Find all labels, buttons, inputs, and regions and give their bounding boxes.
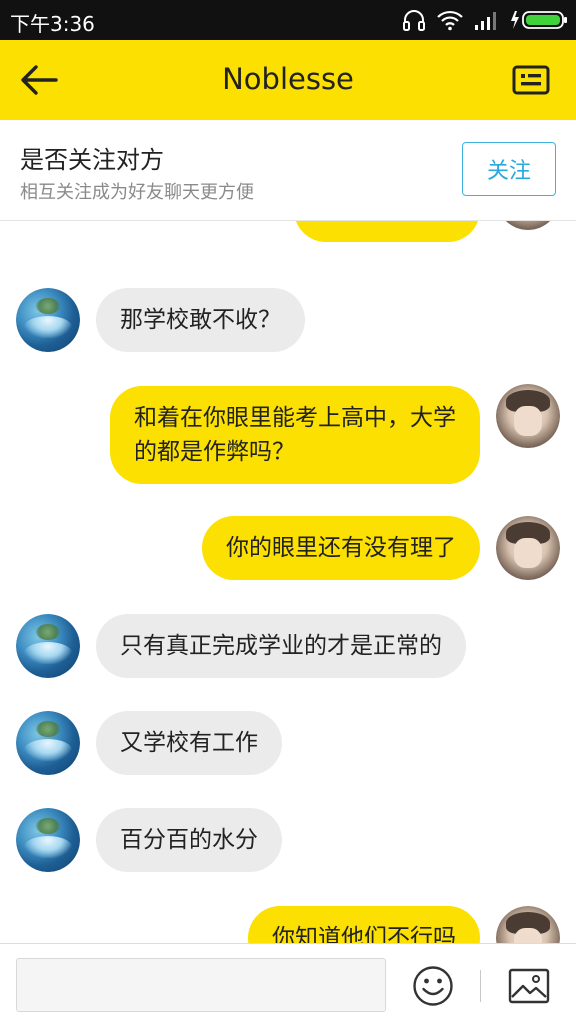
message-input-bar <box>0 943 576 1024</box>
message-outgoing: 水分？是吧？ <box>0 220 576 258</box>
profile-card-icon[interactable] <box>512 64 550 96</box>
contact-avatar[interactable] <box>16 288 80 352</box>
message-outgoing: 和着在你眼里能考上高中，大学 的都是作弊吗？ <box>0 384 576 484</box>
follow-banner: 是否关注对方 相互关注成为好友聊天更方便 关注 <box>0 120 576 221</box>
message-bubble[interactable]: 你知道他们不行吗 <box>248 906 480 943</box>
contact-avatar[interactable] <box>16 614 80 678</box>
message-bubble[interactable]: 又学校有工作 <box>96 711 282 775</box>
message-incoming: 只有真正完成学业的才是正常的 <box>0 614 576 684</box>
message-bubble[interactable]: 水分？是吧？ <box>294 220 480 242</box>
chat-screen: 下午3:36 Noblesse 是否关注对方 相互关注成为好友聊天更方便 关注 … <box>0 0 576 1024</box>
message-bubble[interactable]: 百分百的水分 <box>96 808 282 872</box>
image-icon[interactable] <box>508 968 550 1004</box>
follow-prompt-title: 是否关注对方 <box>20 146 164 174</box>
message-incoming: 那学校敢不收？ <box>0 288 576 358</box>
wifi-icon <box>437 10 463 31</box>
message-bubble[interactable]: 你的眼里还有没有理了 <box>202 516 480 580</box>
message-list[interactable]: 水分？是吧？ 那学校敢不收？ 和着在你眼里能考上高中，大学 的都是作弊吗？ 你的… <box>0 220 576 943</box>
message-outgoing: 你知道他们不行吗 <box>0 906 576 943</box>
message-input[interactable] <box>16 958 386 1012</box>
chat-header: Noblesse <box>0 40 576 120</box>
message-bubble[interactable]: 只有真正完成学业的才是正常的 <box>96 614 466 678</box>
message-outgoing: 你的眼里还有没有理了 <box>0 516 576 586</box>
message-bubble[interactable]: 那学校敢不收？ <box>96 288 305 352</box>
battery-icon <box>511 11 567 29</box>
status-icons <box>402 6 568 34</box>
input-divider <box>480 970 481 1002</box>
follow-button[interactable]: 关注 <box>462 142 556 196</box>
chat-title: Noblesse <box>222 62 354 96</box>
status-bar: 下午3:36 <box>0 0 576 40</box>
contact-avatar[interactable] <box>16 711 80 775</box>
message-incoming: 百分百的水分 <box>0 808 576 878</box>
my-avatar[interactable] <box>496 384 560 448</box>
message-line: 的都是作弊吗？ <box>134 439 295 465</box>
message-bubble[interactable]: 和着在你眼里能考上高中，大学 的都是作弊吗？ <box>110 386 480 484</box>
smiley-icon[interactable] <box>412 965 454 1007</box>
message-incoming: 又学校有工作 <box>0 711 576 781</box>
signal-icon <box>475 12 496 30</box>
my-avatar[interactable] <box>496 220 560 230</box>
status-time: 下午3:36 <box>10 12 95 36</box>
headphones-icon <box>403 10 425 31</box>
message-line: 和着在你眼里能考上高中，大学 <box>134 405 456 431</box>
my-avatar[interactable] <box>496 906 560 943</box>
contact-avatar[interactable] <box>16 808 80 872</box>
my-avatar[interactable] <box>496 516 560 580</box>
follow-prompt-subtitle: 相互关注成为好友聊天更方便 <box>20 182 254 203</box>
